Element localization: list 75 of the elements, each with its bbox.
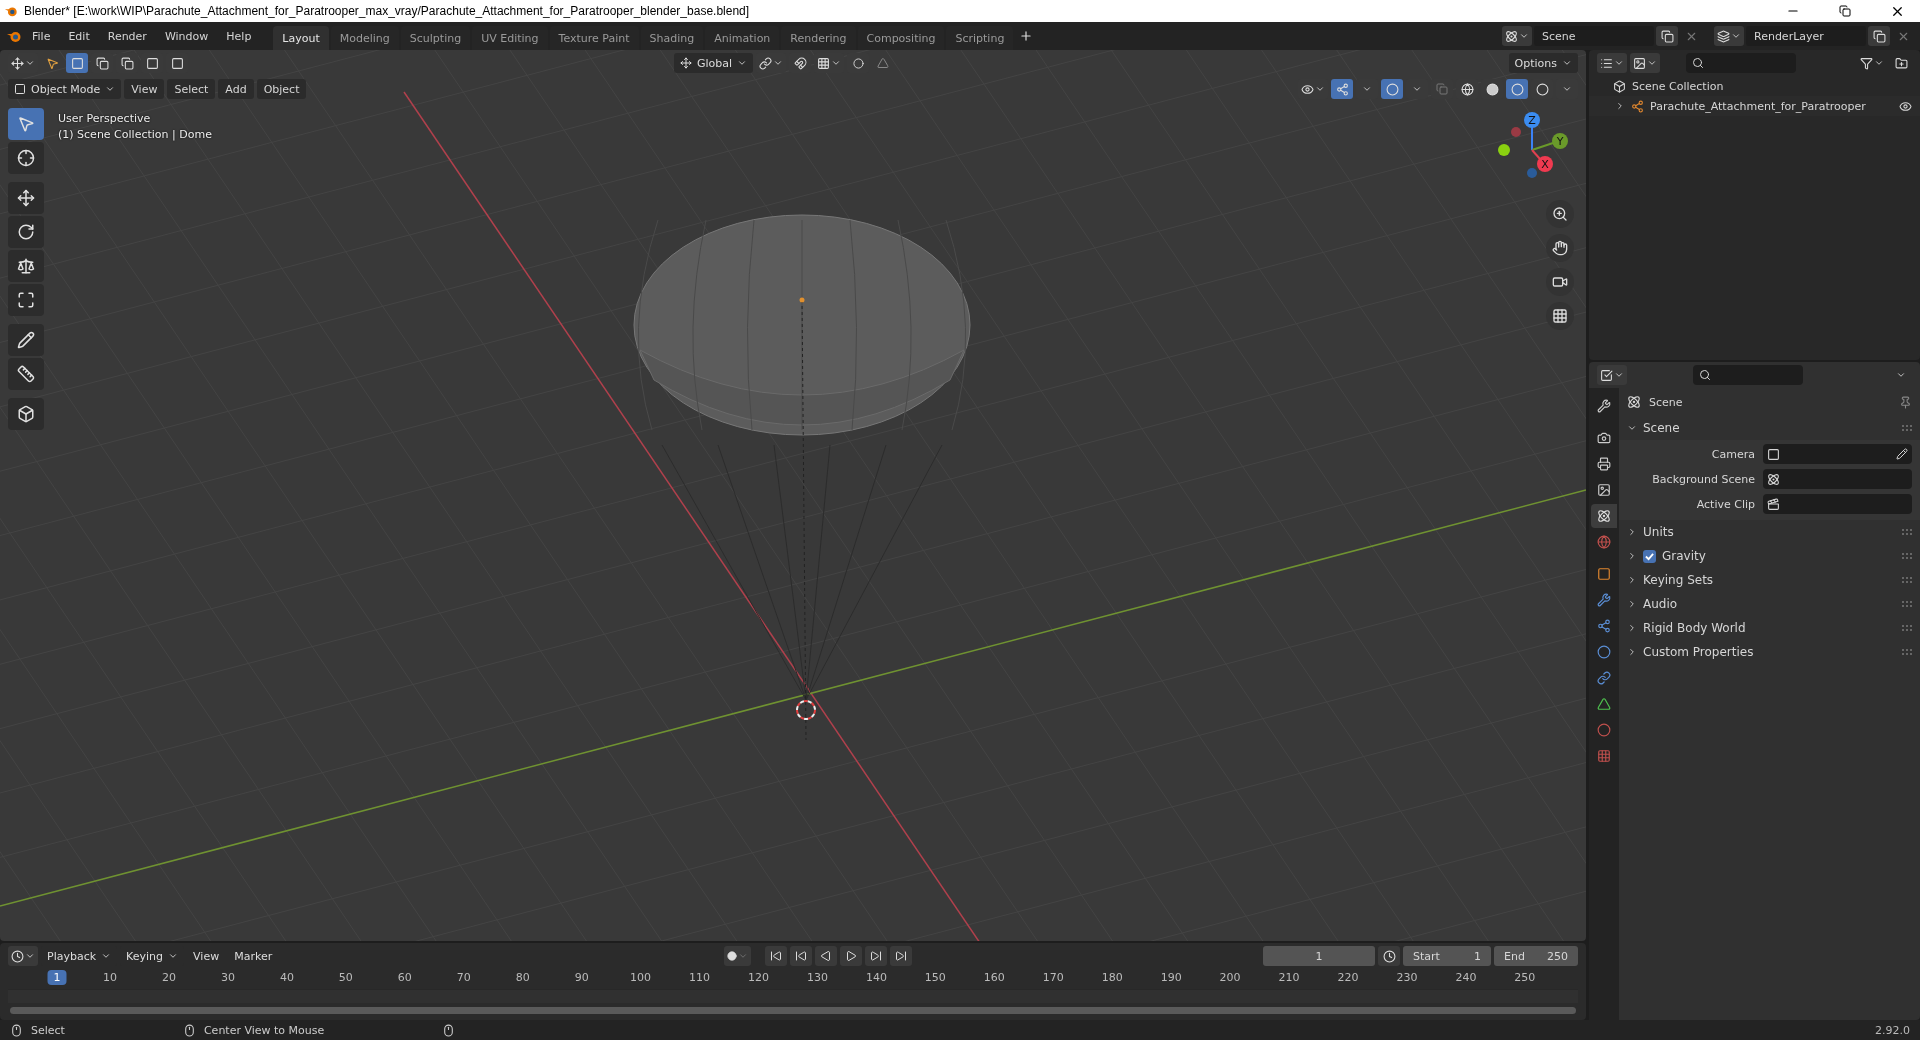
viewport-info-text: (1) Scene Collection | Dome (58, 128, 212, 141)
frame-number: 230 (1396, 971, 1418, 984)
scene-field[interactable]: Scene (1534, 26, 1654, 46)
menu-item[interactable]: Help (218, 26, 260, 46)
panel-title: Scene (1643, 421, 1680, 435)
panel-header[interactable]: Gravity (1619, 544, 1920, 568)
frame-number: 200 (1219, 971, 1241, 984)
header-menu[interactable]: View (124, 79, 165, 99)
frame-number: 130 (806, 971, 828, 984)
context-label: Scene (1649, 395, 1684, 409)
menu-item[interactable]: Window (156, 26, 217, 46)
field-label: Background Scene (1651, 472, 1755, 486)
field-label: Active Clip (1695, 497, 1755, 511)
frame-number: 60 (397, 971, 412, 984)
options-dropdown[interactable]: Options (1508, 53, 1578, 73)
panel-header[interactable]: Rigid Body World (1619, 616, 1920, 640)
panel-header[interactable]: Audio (1619, 592, 1920, 616)
row-label: Parachute_Attachment_for_Paratrooper (1650, 99, 1867, 113)
frame-number: 110 (689, 971, 711, 984)
frame-number: 160 (983, 971, 1005, 984)
timeline-menu[interactable]: View (187, 946, 226, 966)
panel-title: Custom Properties (1643, 645, 1754, 659)
header-menu[interactable]: Object (256, 79, 307, 99)
field-label: Camera (1710, 447, 1755, 461)
frame-number: 40 (279, 971, 294, 984)
window-title: Blender* [E:\work\WIP\Parachute_Attachment_for_Paratrooper_max_vray/Parachute_Attachment_for_Paratrooper_blender_base.blend] (24, 4, 751, 18)
panel-header[interactable]: Units (1619, 520, 1920, 544)
viewport-info-text: User Perspective (58, 112, 152, 125)
frame-number: 190 (1160, 971, 1182, 984)
panel-title: Audio (1643, 597, 1678, 611)
row-label: Scene Collection (1632, 79, 1725, 93)
panel-header[interactable]: Keying Sets (1619, 568, 1920, 592)
workspace-tab[interactable]: Layout (273, 25, 329, 51)
frame-number: 50 (338, 971, 353, 984)
panel-header[interactable]: Custom Properties (1619, 640, 1920, 664)
frame-number: 250 (1514, 971, 1536, 984)
frame-number: 210 (1278, 971, 1300, 984)
frame-number: 90 (574, 971, 589, 984)
frame-number: 240 (1455, 971, 1477, 984)
menu-item[interactable]: File (24, 26, 59, 46)
view-layer-field[interactable]: RenderLayer (1746, 26, 1866, 46)
frame-number: 180 (1101, 971, 1123, 984)
frame-number: 120 (748, 971, 769, 984)
status-hint: Select (31, 1023, 65, 1037)
header-menu[interactable]: Select (167, 79, 216, 99)
header-menu[interactable]: Add (218, 79, 254, 99)
panel-title: Rigid Body World (1643, 621, 1746, 635)
axis-label: X (1541, 158, 1549, 171)
axis-label: Y (1556, 135, 1564, 148)
version-label: 2.92.0 (1875, 1023, 1910, 1037)
current-frame-field[interactable]: 1 (1263, 946, 1375, 966)
playhead-frame[interactable]: 1 (47, 970, 67, 985)
menu-item[interactable]: Edit (60, 26, 98, 46)
frame-number: 140 (865, 971, 887, 984)
frame-number: 30 (220, 971, 235, 984)
frame-number: 170 (1042, 971, 1064, 984)
status-hint: Center View to Mouse (203, 1023, 325, 1037)
end-frame-field[interactable]: End 250 (1494, 946, 1578, 966)
frame-number: 150 (924, 971, 946, 984)
frame-number: 20 (162, 971, 176, 984)
panel-title: Units (1643, 525, 1674, 539)
mode-dropdown[interactable]: Object Mode (8, 79, 122, 99)
panel-title: Keying Sets (1643, 573, 1714, 587)
panel-title: Gravity (1662, 549, 1706, 563)
frame-number: 220 (1337, 971, 1359, 984)
panel-header[interactable]: Scene (1619, 416, 1920, 440)
frame-number: 70 (456, 971, 471, 984)
frame-number: 80 (515, 971, 530, 984)
axis-label: Z (1528, 114, 1536, 127)
timeline-menu[interactable]: Marker (228, 946, 279, 966)
frame-number: 100 (630, 971, 652, 984)
frame-number: 10 (103, 971, 118, 984)
menu-item[interactable]: Render (99, 26, 155, 46)
start-frame-field[interactable]: Start 1 (1403, 946, 1491, 966)
orientation-dropdown[interactable]: Global (674, 53, 754, 73)
